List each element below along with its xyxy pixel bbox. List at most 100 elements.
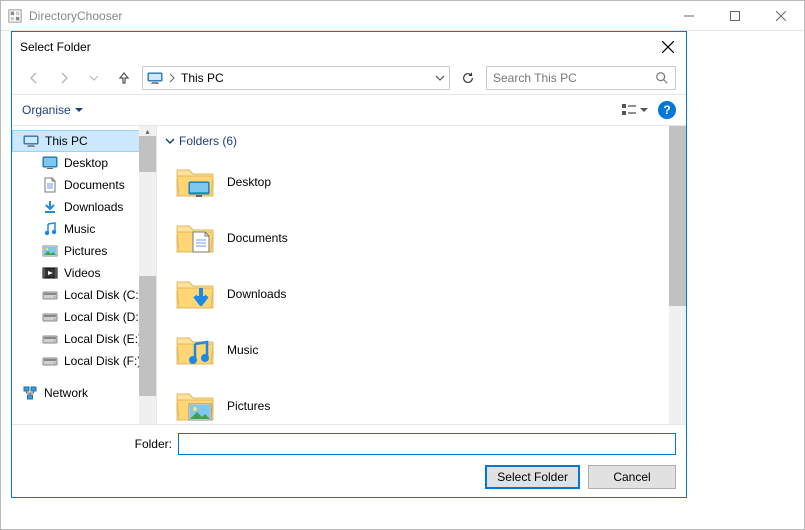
maximize-button[interactable] (712, 1, 758, 31)
folder-music-icon (175, 330, 215, 370)
desktop-icon (42, 155, 58, 171)
music-icon (42, 221, 58, 237)
cancel-button[interactable]: Cancel (588, 465, 676, 489)
search-box[interactable] (486, 66, 676, 90)
folder-item-label: Music (227, 343, 258, 357)
recent-dropdown[interactable] (82, 66, 106, 90)
minimize-button[interactable] (666, 1, 712, 31)
tree-item-music[interactable]: Music (12, 218, 156, 240)
refresh-button[interactable] (456, 66, 480, 90)
forward-button[interactable] (52, 66, 76, 90)
chevron-down-icon (75, 106, 83, 114)
button-row: Select Folder Cancel (22, 465, 676, 489)
tree-scroll-thumb-2[interactable] (139, 276, 156, 396)
organise-label: Organise (22, 103, 71, 117)
tree-item-label: Documents (64, 178, 125, 192)
tree-item-this-pc[interactable]: This PC (12, 130, 156, 152)
tree-item-label: Downloads (64, 200, 123, 214)
address-location[interactable]: This PC (181, 71, 224, 85)
folder-item-label: Desktop (227, 175, 271, 189)
network-icon (22, 385, 38, 401)
up-button[interactable] (112, 66, 136, 90)
tree-item-label: Pictures (64, 244, 107, 258)
tree-item-downloads[interactable]: Downloads (12, 196, 156, 218)
folder-item-downloads[interactable]: Downloads (175, 266, 686, 322)
tree-item-label: Local Disk (E:) (64, 332, 142, 346)
downloads-icon (42, 199, 58, 215)
back-button[interactable] (22, 66, 46, 90)
tree-item-label: Local Disk (F:) (64, 354, 141, 368)
select-folder-dialog: Select Folder This PC (11, 31, 687, 498)
tree-item-label: Local Disk (D:) (64, 310, 143, 324)
tree-item-network[interactable]: Network (12, 382, 156, 404)
select-folder-label: Select Folder (497, 470, 568, 484)
nav-row: This PC (12, 62, 686, 94)
folder-item-label: Pictures (227, 399, 270, 413)
cancel-label: Cancel (613, 470, 650, 484)
disk-icon (42, 287, 58, 303)
disk-icon (42, 353, 58, 369)
search-input[interactable] (493, 71, 655, 85)
address-bar[interactable]: This PC (142, 66, 450, 90)
tree-item-label: Local Disk (C:) (64, 288, 143, 302)
tree-scroll-thumb[interactable] (139, 136, 156, 172)
app-icon (7, 8, 23, 24)
address-dropdown-icon[interactable] (435, 73, 445, 83)
documents-icon (42, 177, 58, 193)
tree-item-pictures[interactable]: Pictures (12, 240, 156, 262)
dialog-footer: Folder: Select Folder Cancel (12, 424, 686, 497)
folder-pictures-icon (175, 386, 215, 424)
pc-icon (23, 133, 39, 149)
disk-icon (42, 331, 58, 347)
folder-item-pictures[interactable]: Pictures (175, 378, 686, 424)
tree-item-local-disk-f-[interactable]: Local Disk (F:) (12, 350, 156, 372)
folder-item-label: Downloads (227, 287, 286, 301)
folder-item-music[interactable]: Music (175, 322, 686, 378)
pc-icon (147, 70, 163, 86)
app-titlebar: DirectoryChooser (1, 1, 804, 31)
dialog-close-button[interactable] (658, 37, 678, 57)
tree-item-label: Desktop (64, 156, 108, 170)
list-scrollbar[interactable] (669, 126, 686, 424)
help-button[interactable]: ? (658, 101, 676, 119)
disk-icon (42, 309, 58, 325)
folders-group-header[interactable]: Folders (6) (157, 126, 686, 154)
tree-item-label: Music (64, 222, 95, 236)
tree-item-local-disk-c-[interactable]: Local Disk (C:) (12, 284, 156, 306)
folder-item-desktop[interactable]: Desktop (175, 154, 686, 210)
folder-list-pane[interactable]: Folders (6) Desktop Documents Downloads Mus… (157, 126, 686, 424)
folder-item-label: Documents (227, 231, 288, 245)
videos-icon (42, 265, 58, 281)
close-button[interactable] (758, 1, 804, 31)
tree-item-local-disk-d-[interactable]: Local Disk (D:) (12, 306, 156, 328)
app-window: DirectoryChooser Select Folder This PC (0, 0, 805, 530)
organise-menu[interactable]: Organise (22, 103, 83, 117)
app-title-text: DirectoryChooser (29, 9, 122, 23)
group-label: Folders (6) (179, 134, 237, 148)
folder-name-input[interactable] (178, 433, 676, 455)
tree-item-local-disk-e-[interactable]: Local Disk (E:) (12, 328, 156, 350)
tree-item-desktop[interactable]: Desktop (12, 152, 156, 174)
tree-item-videos[interactable]: Videos (12, 262, 156, 284)
folder-documents-icon (175, 218, 215, 258)
pictures-icon (42, 243, 58, 259)
folder-desktop-icon (175, 162, 215, 202)
view-options-button[interactable] (622, 103, 648, 117)
tree-item-documents[interactable]: Documents (12, 174, 156, 196)
folder-input-row: Folder: (22, 433, 676, 455)
select-folder-button[interactable]: Select Folder (485, 465, 580, 489)
toolbar: Organise ? (12, 94, 686, 126)
breadcrumb-sep-icon (168, 73, 176, 83)
app-title: DirectoryChooser (1, 8, 122, 24)
tree-item-label: Network (44, 386, 88, 400)
list-scroll-thumb[interactable] (669, 126, 686, 306)
window-buttons (666, 1, 804, 31)
nav-tree[interactable]: This PC Desktop Documents Downloads Music Pic… (12, 126, 157, 424)
folder-item-documents[interactable]: Documents (175, 210, 686, 266)
tree-scrollbar[interactable]: ▴ (139, 126, 156, 424)
tree-scroll-up-icon[interactable]: ▴ (139, 126, 156, 136)
folder-field-label: Folder: (22, 437, 172, 451)
dialog-header: Select Folder (12, 32, 686, 62)
folder-downloads-icon (175, 274, 215, 314)
tree-item-label: Videos (64, 266, 100, 280)
